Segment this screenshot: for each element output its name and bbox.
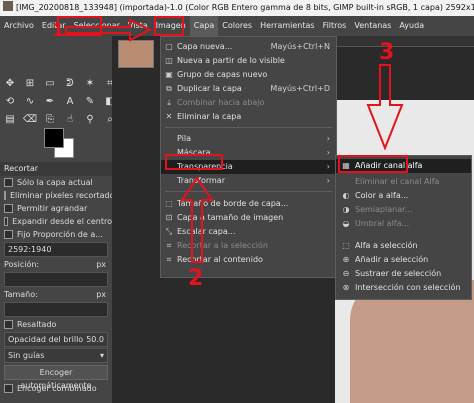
annotation-arrows — [65, 18, 404, 263]
down-arrow-icon — [366, 64, 404, 151]
up-arrow-icon — [180, 176, 214, 263]
right-arrow-icon — [65, 18, 153, 42]
